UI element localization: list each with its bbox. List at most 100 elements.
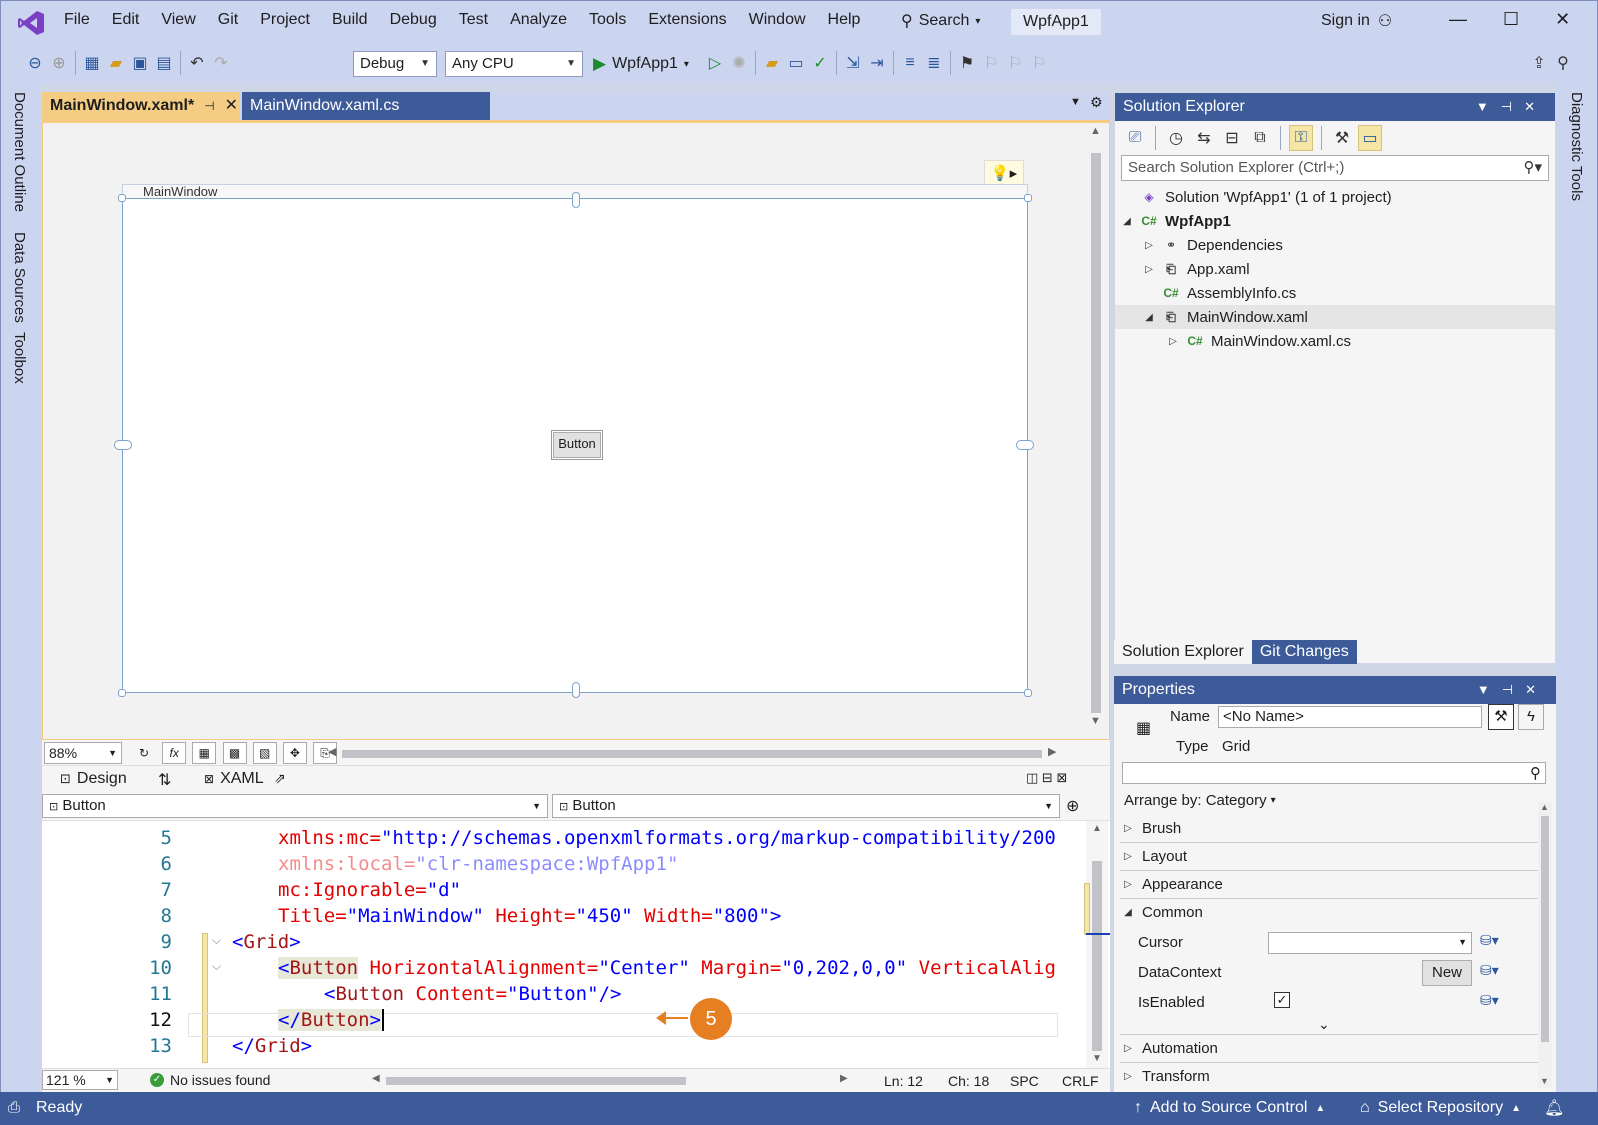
- margin-adorner[interactable]: [114, 440, 132, 450]
- menu-help[interactable]: Help: [817, 11, 872, 29]
- scroll-down-icon[interactable]: ▼: [1090, 715, 1101, 727]
- resize-handle[interactable]: [1024, 689, 1032, 697]
- settings-gear-icon[interactable]: ⚙: [1090, 94, 1103, 111]
- category-transform[interactable]: ▷ Transform: [1122, 1066, 1210, 1086]
- element-scope-select[interactable]: ⊡ Button ▼: [42, 794, 548, 818]
- close-icon[interactable]: ✕: [1525, 682, 1548, 697]
- menu-tools[interactable]: Tools: [578, 11, 637, 29]
- events-lightning-icon[interactable]: ϟ: [1518, 704, 1544, 730]
- resize-handle[interactable]: [118, 689, 126, 697]
- scrollbar-thumb[interactable]: [1541, 816, 1549, 1042]
- chevron-down-icon[interactable]: ▼: [1476, 99, 1501, 114]
- solution-folder-icon[interactable]: ▰: [760, 50, 784, 76]
- pin-icon[interactable]: ⊣: [204, 92, 214, 120]
- grid-icon[interactable]: ▦: [192, 742, 217, 764]
- margin-adorner[interactable]: [1016, 440, 1034, 450]
- editor-zoom-select[interactable]: 121 % ▼: [42, 1070, 118, 1090]
- layout-icon[interactable]: ▭: [784, 50, 808, 76]
- snap-grid-icon[interactable]: ▩: [222, 742, 247, 764]
- minimize-icon[interactable]: —: [1449, 9, 1467, 30]
- menu-extensions[interactable]: Extensions: [637, 11, 737, 29]
- tab-solution-explorer[interactable]: Solution Explorer: [1114, 640, 1252, 664]
- collapsed-triangle-icon[interactable]: ▷: [1143, 240, 1155, 251]
- search-icon[interactable]: ⚲▾: [1523, 156, 1542, 180]
- show-all-files-icon[interactable]: ⧉: [1248, 125, 1272, 151]
- tab-design[interactable]: ⊡ Design: [60, 770, 127, 788]
- feedback-icon[interactable]: ⚲: [1551, 50, 1575, 76]
- resize-handle[interactable]: [118, 194, 126, 202]
- configuration-select[interactable]: Debug ▼: [353, 51, 437, 77]
- tree-item-mainwindow-xaml-cs[interactable]: ▷ C# MainWindow.xaml.cs: [1115, 329, 1555, 353]
- tree-item-project[interactable]: ◢ C# WpfApp1: [1115, 209, 1555, 233]
- vs-switch-views-icon[interactable]: ⎚: [1123, 125, 1147, 151]
- search-button[interactable]: ⚲ Search ▾: [901, 11, 980, 31]
- menu-file[interactable]: File: [53, 11, 101, 29]
- collapse-all-icon[interactable]: ⊟: [1220, 125, 1244, 151]
- collapse-pane-icon[interactable]: ⊠: [1056, 770, 1067, 785]
- collapse-chevron-icon[interactable]: ⌵: [212, 959, 221, 974]
- pin-icon[interactable]: ⊣: [1501, 99, 1524, 114]
- editor-vertical-scrollbar[interactable]: ▲ ▼: [1084, 821, 1110, 1069]
- forward-icon[interactable]: ⊕: [47, 50, 71, 76]
- designer-zoom-select[interactable]: 88% ▼: [44, 742, 122, 764]
- preview-selected-icon[interactable]: ▭: [1358, 125, 1382, 151]
- designer-horizontal-scrollbar[interactable]: [342, 750, 1042, 758]
- tab-toolbox[interactable]: Toolbox: [11, 332, 28, 384]
- start-debugging-button[interactable]: ▶ WpfApp1 ▾: [593, 54, 689, 74]
- spellcheck-icon[interactable]: ✓: [808, 50, 832, 76]
- back-icon[interactable]: ⊖: [23, 50, 47, 76]
- uncomment-icon[interactable]: ≣: [922, 50, 946, 76]
- line-ending-mode[interactable]: CRLF: [1062, 1073, 1099, 1089]
- clear-bookmarks-icon[interactable]: ⚐: [1027, 50, 1051, 76]
- close-tab-icon[interactable]: ✕: [225, 92, 238, 120]
- scroll-down-icon[interactable]: ▼: [1540, 1076, 1549, 1086]
- save-all-icon[interactable]: ▤: [152, 50, 176, 76]
- maximize-icon[interactable]: ☐: [1503, 9, 1519, 30]
- filter-icon[interactable]: ⚿: [1289, 125, 1313, 151]
- isenabled-checkbox[interactable]: ✓: [1274, 992, 1290, 1008]
- properties-scrollbar[interactable]: ▲ ▼: [1538, 802, 1552, 1088]
- select-repository-button[interactable]: ⌂ Select Repository ▲: [1360, 1099, 1521, 1117]
- scroll-up-icon[interactable]: ▲: [1090, 125, 1101, 137]
- horizontal-split-icon[interactable]: ⊟: [1042, 770, 1053, 785]
- tab-git-changes[interactable]: Git Changes: [1251, 640, 1357, 664]
- scroll-down-icon[interactable]: ▼: [1092, 1053, 1102, 1064]
- expanded-triangle-icon[interactable]: ◢: [1143, 312, 1155, 323]
- category-automation[interactable]: ▷ Automation: [1122, 1040, 1218, 1057]
- tab-mainwindow-xaml-cs[interactable]: MainWindow.xaml.cs: [242, 92, 490, 120]
- step-over-icon[interactable]: ⇥: [865, 50, 889, 76]
- save-icon[interactable]: ▣: [128, 50, 152, 76]
- split-editor-icon[interactable]: ⊕: [1066, 796, 1079, 816]
- category-brush[interactable]: ▷ Brush: [1122, 820, 1181, 837]
- solution-explorer-search[interactable]: Search Solution Explorer (Ctrl+;) ⚲▾: [1121, 155, 1549, 181]
- tab-document-outline[interactable]: Document Outline: [11, 92, 28, 212]
- sign-in-button[interactable]: Sign in ⚇: [1321, 11, 1392, 31]
- notifications-bell-icon[interactable]: 🔔︎: [1544, 1098, 1564, 1118]
- collapsed-triangle-icon[interactable]: ▷: [1143, 264, 1155, 275]
- scroll-left-icon[interactable]: ◀: [372, 1073, 380, 1084]
- tab-list-dropdown-icon[interactable]: ▼: [1070, 96, 1081, 108]
- comment-icon[interactable]: ≡: [898, 50, 922, 76]
- chevron-down-icon[interactable]: ▼: [1477, 682, 1502, 697]
- scroll-right-icon[interactable]: ▶: [1048, 745, 1056, 758]
- close-icon[interactable]: ✕: [1555, 9, 1570, 30]
- tab-diagnostic-tools[interactable]: Diagnostic Tools: [1568, 92, 1585, 201]
- margin-adorner[interactable]: [572, 682, 580, 698]
- name-input[interactable]: <No Name>: [1218, 706, 1482, 728]
- arrange-by-dropdown[interactable]: Arrange by: Category ▾: [1124, 792, 1276, 809]
- properties-search-input[interactable]: ⚲: [1122, 762, 1546, 784]
- category-common[interactable]: ◢ Common: [1122, 904, 1203, 921]
- menu-analyze[interactable]: Analyze: [499, 11, 578, 29]
- properties-wrench-icon[interactable]: ⚒: [1488, 704, 1514, 730]
- menu-git[interactable]: Git: [207, 11, 249, 29]
- redo-icon[interactable]: ↷: [209, 50, 233, 76]
- scroll-up-icon[interactable]: ▲: [1092, 823, 1102, 834]
- designer-vertical-scrollbar[interactable]: ▲ ▼: [1087, 123, 1105, 735]
- tab-data-sources[interactable]: Data Sources: [11, 232, 28, 323]
- refresh-icon[interactable]: ↻: [132, 743, 156, 765]
- new-project-icon[interactable]: ▦: [80, 50, 104, 76]
- popout-icon[interactable]: ⇗: [274, 770, 286, 787]
- resize-handle[interactable]: [1024, 194, 1032, 202]
- menu-build[interactable]: Build: [321, 11, 379, 29]
- element-member-select[interactable]: ⊡ Button ▼: [552, 794, 1060, 818]
